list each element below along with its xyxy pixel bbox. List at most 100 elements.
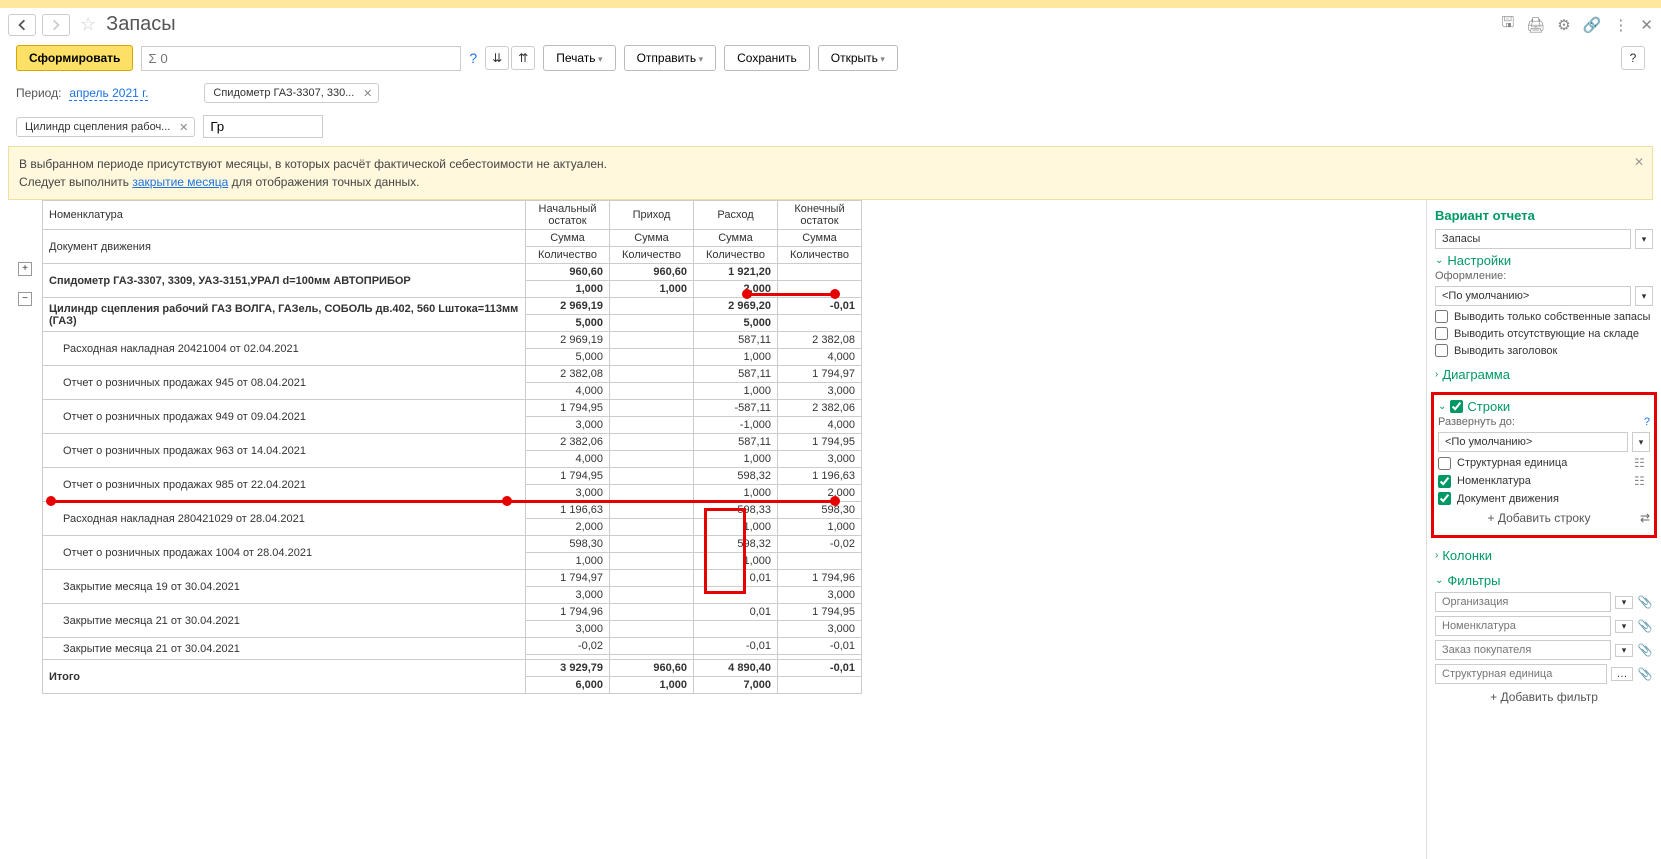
filter-order[interactable] — [1435, 640, 1611, 660]
rows-section-highlighted: Строки Развернуть до: ? <По умолчанию> ▾… — [1431, 392, 1657, 538]
col-begin: Начальный остаток — [526, 201, 610, 230]
annotation-dot — [830, 496, 840, 506]
annotation-line — [746, 293, 834, 296]
collapse-tree-icon[interactable]: ⇈ — [511, 46, 535, 70]
annotation-dot — [502, 496, 512, 506]
favorite-icon[interactable]: ☆ — [80, 14, 96, 35]
table-row[interactable]: Цилиндр сцепления рабочий ГАЗ ВОЛГА, ГАЗ… — [43, 298, 862, 315]
open-button[interactable]: Открыть — [818, 45, 898, 71]
annotation-dot — [742, 289, 752, 299]
table-row[interactable]: Отчет о розничных продажах 963 от 14.04.… — [43, 434, 862, 451]
expand-tree-icon[interactable]: ⇊ — [485, 46, 509, 70]
diagram-section[interactable]: Диаграмма — [1435, 367, 1653, 382]
period-link[interactable]: апрель 2021 г. — [69, 86, 148, 101]
period-label: Период: — [16, 86, 61, 100]
chk-absent[interactable] — [1435, 327, 1448, 340]
filter-struct[interactable] — [1435, 664, 1607, 684]
col-doc: Документ движения — [43, 230, 526, 264]
filters-section[interactable]: Фильтры — [1435, 573, 1653, 588]
page-title: Запасы — [106, 13, 176, 36]
filter-chips-row-2: Цилиндр сцепления рабоч... ✕ — [0, 115, 1661, 146]
chk-header[interactable] — [1435, 344, 1448, 357]
columns-section[interactable]: Колонки — [1435, 548, 1653, 563]
report-table: Номенклатура Начальный остаток Приход Ра… — [42, 200, 862, 694]
table-row[interactable]: Закрытие месяца 21 от 30.04.2021-0,02-0,… — [43, 638, 862, 655]
nav-back-button[interactable] — [8, 14, 36, 36]
warning-close-icon[interactable]: ✕ — [1634, 153, 1644, 171]
col-end: Конечный остаток — [778, 201, 862, 230]
formatting-select[interactable]: <По умолчанию> — [1435, 286, 1631, 306]
sigma-field[interactable] — [141, 46, 461, 71]
nav-forward-button[interactable] — [42, 14, 70, 36]
table-row[interactable]: Отчет о розничных продажах 949 от 09.04.… — [43, 400, 862, 417]
clip-icon[interactable]: 📎 — [1637, 643, 1653, 657]
variant-title: Вариант отчета — [1435, 208, 1653, 223]
more-icon[interactable]: ⋮ — [1613, 16, 1628, 34]
expand-select[interactable]: <По умолчанию> — [1438, 432, 1628, 452]
close-icon[interactable]: ✕ — [1640, 16, 1653, 34]
hierarchy-icon[interactable]: ☷ — [1634, 456, 1650, 470]
settings-section[interactable]: Настройки — [1435, 253, 1653, 268]
add-row-button[interactable]: + Добавить строку ⇄ — [1438, 511, 1650, 525]
rows-section[interactable]: Строки — [1438, 399, 1650, 414]
table-row[interactable]: Отчет о розничных продажах 985 от 22.04.… — [43, 468, 862, 485]
dropdown-icon[interactable]: ▾ — [1615, 644, 1633, 657]
printer-icon[interactable]: 🖨 — [1526, 16, 1545, 34]
table-row[interactable]: Спидометр ГАЗ-3307, 3309, УАЗ-3151,УРАЛ … — [43, 264, 862, 281]
settings-sidebar: Вариант отчета Запасы ▾ Настройки Оформл… — [1426, 200, 1661, 859]
shuffle-icon[interactable]: ⇄ — [1640, 511, 1650, 525]
hierarchy-icon[interactable]: ☷ — [1634, 474, 1650, 488]
print-button[interactable]: Печать — [543, 45, 615, 71]
col-out: Расход — [694, 201, 778, 230]
chip-close-icon[interactable]: ✕ — [363, 87, 372, 100]
clip-icon[interactable]: 📎 — [1637, 667, 1653, 681]
chk-nomenclature[interactable] — [1438, 475, 1451, 488]
tree-expand-button[interactable]: + — [18, 262, 32, 276]
chk-own-stock[interactable] — [1435, 310, 1448, 323]
dropdown-icon[interactable]: ▾ — [1615, 620, 1633, 633]
add-filter-button[interactable]: + Добавить фильтр — [1435, 690, 1653, 704]
link-icon[interactable]: 🔗 — [1583, 16, 1602, 34]
variant-select[interactable]: Запасы — [1435, 229, 1631, 249]
report-area: + − Номенклатура Начальный остаток Прихо… — [0, 200, 1426, 859]
filter-chip-1[interactable]: Спидометр ГАЗ-3307, 330... ✕ — [204, 83, 379, 103]
col-nomenclature: Номенклатура — [43, 201, 526, 230]
toolbar: Сформировать ? ⇊ ⇈ Печать Отправить Сохр… — [0, 41, 1661, 79]
annotation-dot — [46, 496, 56, 506]
filter-org[interactable] — [1435, 592, 1611, 612]
table-row[interactable]: Расходная накладная 20421004 от 02.04.20… — [43, 332, 862, 349]
annotation-line-long — [50, 500, 834, 503]
chk-doc-movement[interactable] — [1438, 492, 1451, 505]
filter-chips-row-1: Период: апрель 2021 г. Спидометр ГАЗ-330… — [0, 79, 1661, 111]
table-row[interactable]: Закрытие месяца 21 от 30.04.20211 794,96… — [43, 604, 862, 621]
table-row[interactable]: Отчет о розничных продажах 945 от 08.04.… — [43, 366, 862, 383]
annotation-box — [704, 508, 746, 594]
chk-rows-enable[interactable] — [1450, 400, 1463, 413]
filter-nomen[interactable] — [1435, 616, 1611, 636]
tree-collapse-button[interactable]: − — [18, 292, 32, 306]
help-icon[interactable]: ? — [469, 50, 477, 66]
floppy-icon[interactable]: 🖫 — [1501, 12, 1514, 37]
settings-icon[interactable]: ⚙ — [1557, 16, 1570, 34]
col-in: Приход — [610, 201, 694, 230]
dropdown-icon[interactable]: ▾ — [1632, 432, 1650, 452]
total-label: Итого — [43, 660, 526, 694]
dropdown-icon[interactable]: ▾ — [1635, 229, 1653, 249]
save-button[interactable]: Сохранить — [724, 45, 810, 71]
header: ☆ Запасы 🖫 🖨 ⚙ 🔗 ⋮ ✕ — [0, 8, 1661, 41]
send-button[interactable]: Отправить — [624, 45, 717, 71]
help-button[interactable]: ? — [1621, 46, 1645, 70]
filter-input-2[interactable] — [203, 115, 323, 138]
generate-button[interactable]: Сформировать — [16, 45, 133, 71]
month-close-link[interactable]: закрытие месяца — [132, 175, 228, 189]
clip-icon[interactable]: 📎 — [1637, 619, 1653, 633]
dropdown-icon[interactable]: ▾ — [1615, 596, 1633, 609]
help-icon[interactable]: ? — [1644, 416, 1650, 428]
filter-chip-2[interactable]: Цилиндр сцепления рабоч... ✕ — [16, 117, 195, 137]
dots-icon[interactable]: … — [1611, 667, 1633, 681]
clip-icon[interactable]: 📎 — [1637, 595, 1653, 609]
chip-close-icon[interactable]: ✕ — [179, 121, 188, 134]
chk-struct-unit[interactable] — [1438, 457, 1451, 470]
dropdown-icon[interactable]: ▾ — [1635, 286, 1653, 306]
warning-panel: ✕ В выбранном периоде присутствуют месяц… — [8, 146, 1653, 200]
